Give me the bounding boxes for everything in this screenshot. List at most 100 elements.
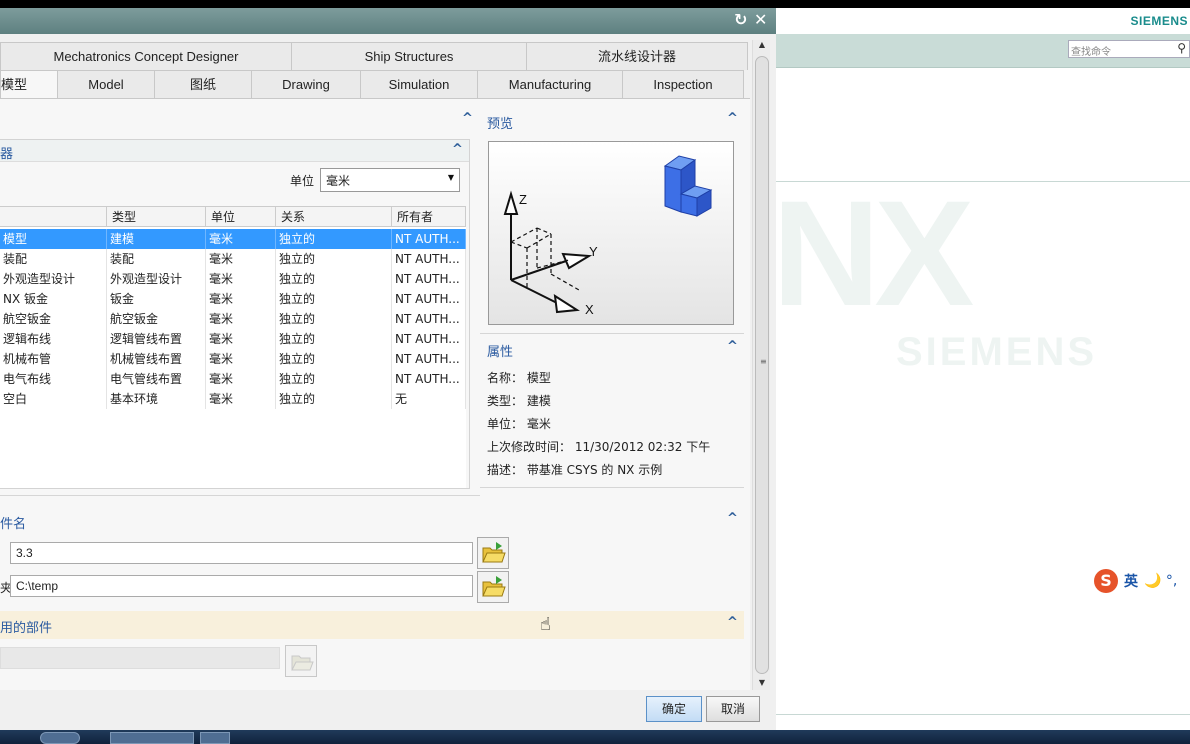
axis-z-label: Z [519,192,527,207]
table-row[interactable]: 机械布管 机械管线布置 毫米 独立的 NT AUTH... [0,349,466,369]
command-search-input[interactable]: 查找命令 ⚲ [1068,40,1190,58]
tab-model[interactable]: Model [57,70,155,98]
ok-button[interactable]: 确定 [646,696,702,722]
chevron-down-icon[interactable]: ▼ [448,173,454,182]
column-header-unit[interactable]: 单位 [206,207,276,227]
column-header-relation[interactable]: 关系 [276,207,392,227]
folder-input[interactable]: C:\temp [10,575,473,597]
divider [0,495,480,496]
table-row[interactable]: NX 钣金 钣金 毫米 独立的 NT AUTH... [0,289,466,309]
cell-owner: NT AUTH... [392,249,466,269]
taskbar-item[interactable] [110,732,194,744]
tab-row-1: Mechatronics Concept Designer Ship Struc… [0,42,748,70]
filter-title: 器 [0,147,14,162]
cell-relation: 独立的 [276,349,392,369]
vertical-scrollbar[interactable]: ▲ ≡ ▼ [752,40,770,692]
cell-unit: 毫米 [206,369,276,389]
collapse-icon[interactable]: ^ [462,111,473,126]
column-header-owner[interactable]: 所有者 [392,207,466,227]
collapse-icon[interactable]: ^ [727,111,738,126]
taskbar-item[interactable] [200,732,230,744]
ime-mode[interactable]: 英 [1124,571,1138,591]
collapse-icon[interactable]: ^ [727,511,738,526]
command-search-placeholder: 查找命令 [1071,47,1111,58]
divider [776,714,1190,715]
cell-name: NX 钣金 [0,289,107,309]
table-row[interactable]: 航空钣金 航空钣金 毫米 独立的 NT AUTH... [0,309,466,329]
nx-main-window: SIEMENS 查找命令 ⚲ NX SIEMENS S 英 🌙 °, [772,8,1190,744]
tab-row-2: 模型 Model 图纸 Drawing Simulation Manufactu… [0,70,744,99]
tab-simulation[interactable]: Simulation [360,70,478,98]
properties-title: 属性 [487,345,514,360]
cell-unit: 毫米 [206,309,276,329]
unit-label: 单位 [290,174,315,188]
collapse-icon[interactable]: ^ [727,615,738,630]
nx-watermark: NX [772,169,974,337]
cell-name: 模型 [0,229,107,249]
table-row[interactable]: 模型 建模 毫米 独立的 NT AUTH... [0,229,466,249]
divider [480,333,744,334]
filter-header[interactable]: 器 ^ [0,140,469,162]
cell-owner: NT AUTH... [392,229,466,249]
table-row[interactable]: 外观造型设计 外观造型设计 毫米 独立的 NT AUTH... [0,269,466,289]
tab-drawing-cn[interactable]: 图纸 [154,70,252,98]
folder-icon [291,655,314,671]
cell-relation: 独立的 [276,229,392,249]
column-header-type[interactable]: 类型 [107,207,206,227]
scroll-thumb[interactable]: ≡ [755,56,769,674]
cell-owner: NT AUTH... [392,269,466,289]
cell-name: 外观造型设计 [0,269,107,289]
ime-toolbar[interactable]: S 英 🌙 °, [1094,568,1177,594]
dialog-titlebar[interactable]: ↻ ✕ [0,8,776,34]
nx-ribbon: 查找命令 ⚲ [776,34,1190,68]
tab-mechatronics[interactable]: Mechatronics Concept Designer [0,42,292,70]
reset-icon[interactable]: ↻ [734,10,747,30]
table-row[interactable]: 装配 装配 毫米 独立的 NT AUTH... [0,249,466,269]
unit-select[interactable]: 毫米 ▼ [320,168,460,192]
cell-unit: 毫米 [206,229,276,249]
search-icon[interactable]: ⚲ [1177,41,1186,55]
tab-inspection[interactable]: Inspection [622,70,744,98]
column-header-name[interactable] [0,207,107,227]
table-row[interactable]: 空白 基本环境 毫米 独立的 无 [0,389,466,409]
property-type: 类型： 建模 [487,394,551,408]
siemens-watermark: SIEMENS [896,330,1098,374]
table-row[interactable]: 电气布线 电气管线布置 毫米 独立的 NT AUTH... [0,369,466,389]
tab-manufacturing[interactable]: Manufacturing [477,70,623,98]
browse-name-button[interactable] [477,537,509,569]
cell-name: 装配 [0,249,107,269]
tab-drawing[interactable]: Drawing [251,70,361,98]
csys-preview-image: Z Y X [503,155,713,317]
file-name-input[interactable]: 3.3 [10,542,473,564]
nx-brand-bar: SIEMENS [776,8,1190,34]
collapse-icon[interactable]: ^ [452,142,463,157]
referenced-part-header[interactable]: 用的部件 ^ [0,611,744,639]
scroll-up-icon[interactable]: ▲ [753,40,771,54]
cell-type: 基本环境 [107,389,206,409]
cell-type: 航空钣金 [107,309,206,329]
grip-icon: ≡ [760,357,767,366]
cell-name: 航空钣金 [0,309,107,329]
tab-ship-structures[interactable]: Ship Structures [291,42,527,70]
new-file-dialog: ↻ ✕ Mechatronics Concept Designer Ship S… [0,8,776,730]
cell-relation: 独立的 [276,309,392,329]
cell-unit: 毫米 [206,329,276,349]
start-button[interactable] [40,732,80,744]
sogou-ime-icon[interactable]: S [1094,569,1118,593]
collapse-icon[interactable]: ^ [727,339,738,354]
cell-relation: 独立的 [276,389,392,409]
tab-model-cn[interactable]: 模型 [0,70,58,99]
cell-owner: NT AUTH... [392,309,466,329]
ime-options-icon[interactable]: 🌙 °, [1144,573,1177,589]
cancel-button[interactable]: 取消 [706,696,760,722]
new-file-title: 件名 [0,517,27,532]
table-row[interactable]: 逻辑布线 逻辑管线布置 毫米 独立的 NT AUTH... [0,329,466,349]
cell-owner: 无 [392,389,466,409]
template-preview: Z Y X [488,141,734,325]
tab-line-designer[interactable]: 流水线设计器 [526,42,748,70]
cell-name: 空白 [0,389,107,409]
cell-owner: NT AUTH... [392,349,466,369]
close-icon[interactable]: ✕ [754,10,767,30]
browse-folder-button[interactable] [477,571,509,603]
cell-unit: 毫米 [206,389,276,409]
